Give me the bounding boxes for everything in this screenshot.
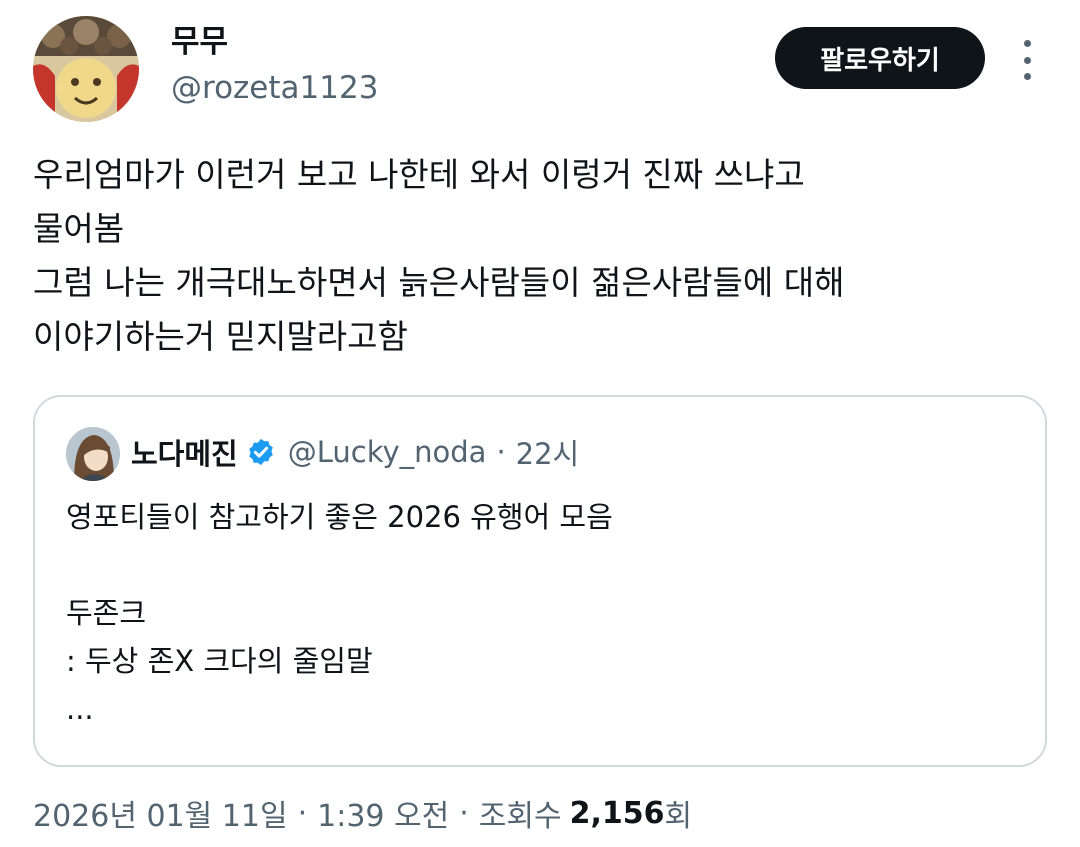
tweet-time[interactable]: 1:39 오전: [317, 791, 449, 835]
quoted-header: 노다메진 @Lucky_noda · 22시: [131, 432, 579, 472]
tweet-text-line: 그럼 나는 개극대노하면서 늙은사람들이 젊은사람들에 대해: [33, 263, 845, 302]
views-count: 2,156: [569, 795, 665, 831]
author-display-name[interactable]: 무무: [171, 22, 228, 62]
meta-separator: ·: [459, 795, 469, 831]
quoted-separator: ·: [496, 435, 506, 469]
tweet-meta: 2026년 01월 11일 · 1:39 오전 · 조회수 2,156 회: [33, 790, 692, 836]
author-avatar[interactable]: [33, 16, 139, 122]
quoted-text-line: 두존크: [66, 596, 147, 630]
tweet-text: 우리엄마가 이런거 보고 나한테 와서 이렁거 진짜 쓰냐고 물어봄 그럼 나는…: [33, 148, 1043, 364]
quoted-text-line: ...: [66, 692, 94, 726]
more-vertical-icon-dot: [1023, 73, 1031, 80]
verified-badge-icon: [246, 437, 276, 467]
quoted-text-line: : 두상 존X 크다의 줄임말: [66, 644, 373, 678]
quoted-text: 영포티들이 참고하기 좋은 2026 유행어 모음 두존크 : 두상 존X 크다…: [66, 493, 1016, 733]
more-options-button[interactable]: [1010, 38, 1044, 82]
more-vertical-icon-dot: [1023, 56, 1031, 64]
quoted-handle[interactable]: @Lucky_noda: [288, 435, 487, 469]
tweet-text-line: 물어봄: [33, 209, 125, 248]
views-label: 조회수: [478, 799, 562, 834]
author-handle[interactable]: @rozeta1123: [171, 68, 378, 108]
quoted-avatar-image: [66, 427, 120, 481]
follow-button[interactable]: 팔로우하기: [775, 27, 985, 89]
quoted-author-avatar[interactable]: [66, 427, 120, 481]
tweet-text-line: 이야기하는거 믿지말라고함: [33, 317, 408, 356]
more-vertical-icon: [1023, 40, 1031, 47]
meta-separator: ·: [297, 795, 308, 831]
author-avatar-image: [33, 16, 139, 122]
tweet-text-line: 우리엄마가 이런거 보고 나한테 와서 이렁거 진짜 쓰냐고: [33, 155, 805, 194]
views-suffix: 회: [664, 799, 693, 834]
quoted-display-name[interactable]: 노다메진: [131, 431, 238, 473]
quoted-timestamp[interactable]: 22시: [516, 431, 580, 473]
quoted-text-line: 영포티들이 참고하기 좋은 2026 유행어 모음: [66, 500, 613, 534]
quoted-tweet-card[interactable]: 노다메진 @Lucky_noda · 22시 영포티들이 참고하기 좋은 202…: [33, 395, 1047, 767]
tweet: 무무 @rozeta1123 팔로우하기 우리엄마가 이런거 보고 나한테 와서…: [0, 0, 1080, 847]
quoted-text-line: [66, 541, 1016, 589]
tweet-date[interactable]: 2026년 01월 11일: [33, 791, 288, 835]
